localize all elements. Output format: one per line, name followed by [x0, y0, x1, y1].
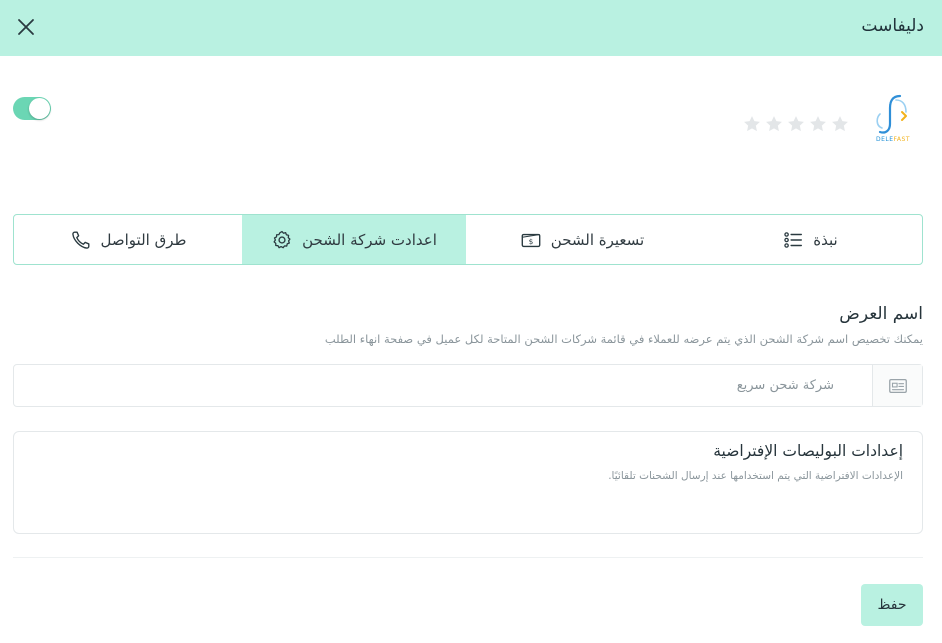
modal-title: دليفاست — [861, 16, 924, 36]
tab-label: اعدادت شركة الشحن — [302, 230, 437, 249]
provider-enabled-toggle[interactable] — [13, 97, 51, 120]
star-icon — [766, 116, 782, 132]
phone-icon — [71, 231, 90, 249]
provider-tabs: نبذة $ تسعيرة الشحن اعدادت شركة الشحن طر… — [13, 214, 923, 265]
delefast-logo-icon — [876, 94, 907, 134]
star-icon — [788, 116, 804, 132]
star-icon — [810, 116, 826, 132]
star-icon — [744, 116, 760, 132]
close-icon — [18, 19, 34, 35]
tab-label: طرق التواصل — [100, 230, 187, 249]
tab-shipping-pricing[interactable]: $ تسعيرة الشحن — [466, 215, 698, 264]
modal-header: دليفاست — [0, 0, 942, 56]
close-button[interactable] — [14, 15, 38, 39]
display-name-description: يمكنك تخصيص اسم شركة الشحن الذي يتم عرضه… — [324, 332, 923, 346]
save-button[interactable]: حفظ — [861, 584, 923, 626]
policy-settings-title: إعدادات البوليصات الإفتراضية — [713, 442, 903, 460]
star-icon — [832, 116, 848, 132]
svg-text:$: $ — [528, 237, 533, 246]
logo-wordmark: DELEFAST — [875, 136, 911, 143]
display-name-title: اسم العرض — [839, 304, 923, 324]
policy-settings-card: إعدادات البوليصات الإفتراضية الإعدادات ا… — [13, 431, 923, 534]
tab-label: نبذة — [813, 230, 838, 249]
tab-contact-methods[interactable]: طرق التواصل — [14, 215, 242, 264]
rating-stars — [742, 114, 850, 134]
gear-icon — [273, 230, 291, 248]
provider-logo: DELEFAST — [868, 94, 918, 146]
input-addon — [872, 365, 922, 406]
tab-about[interactable]: نبذة — [698, 215, 922, 264]
list-icon — [784, 231, 803, 248]
money-icon: $ — [521, 233, 541, 247]
tab-label: تسعيرة الشحن — [550, 230, 645, 249]
display-name-field — [13, 364, 923, 407]
tab-provider-settings[interactable]: اعدادت شركة الشحن — [242, 215, 466, 264]
policy-settings-description: الإعدادات الافتراضية التي يتم استخدامها … — [608, 470, 903, 482]
toggle-knob — [29, 98, 50, 119]
id-card-icon — [888, 378, 907, 393]
display-name-input[interactable] — [14, 365, 872, 406]
divider — [13, 557, 923, 558]
